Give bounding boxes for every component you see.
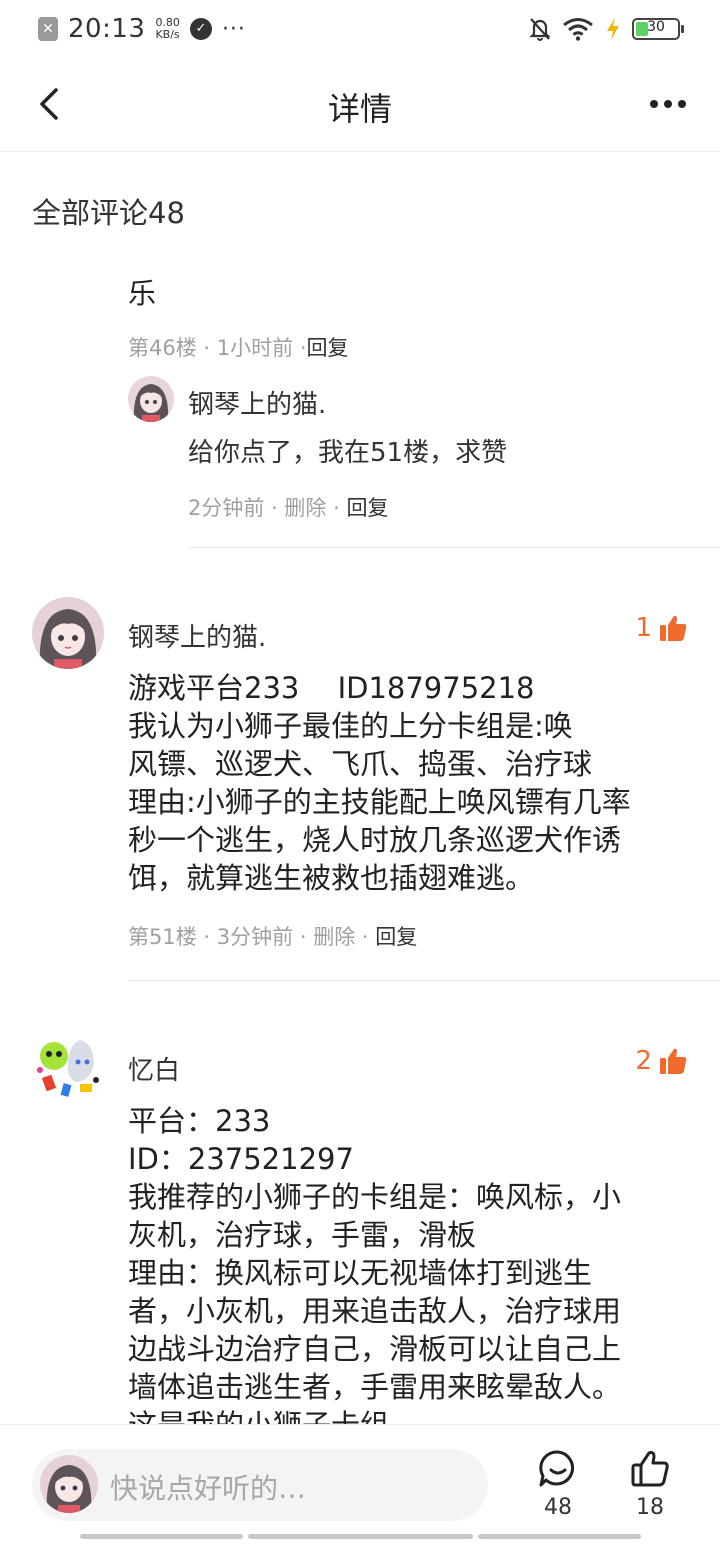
time-label: 2分钟前 [188, 496, 265, 520]
delete-link[interactable]: 删除 [313, 925, 355, 949]
comment-meta: 第51楼 · 3分钟前 · 删除 · 回复 [128, 925, 418, 949]
comment-author[interactable]: 忆白 [128, 1050, 180, 1087]
bottom-action-bar: 快说点好听的… 48 18 [0, 1424, 720, 1544]
avatar[interactable] [32, 1030, 104, 1102]
dot-icon [678, 100, 686, 108]
more-options-button[interactable] [650, 92, 694, 116]
divider [128, 980, 720, 981]
like-button[interactable]: 2 [635, 1046, 688, 1076]
like-button[interactable]: 1 [635, 613, 688, 643]
reply-link[interactable]: 回复 [307, 336, 349, 360]
gesture-bar [248, 1534, 473, 1539]
comment-input[interactable]: 快说点好听的… [32, 1449, 488, 1521]
reply-author[interactable]: 钢琴上的猫. [188, 384, 326, 421]
floor-label: 第51楼 [128, 925, 197, 949]
like-count: 2 [635, 1046, 652, 1076]
gesture-bar [478, 1534, 641, 1539]
network-speed: 0.80 KB/s [155, 16, 180, 41]
vpn-icon: ✓ [189, 18, 212, 40]
comment-bubble-icon [539, 1450, 574, 1487]
like-count: 1 [635, 613, 652, 643]
comment-list[interactable]: 乐 第46楼 · 1小时前 ·回复 钢琴上的猫. 给你点了，我在51楼，求赞 2… [0, 258, 720, 1424]
more-notifications-icon: ··· [221, 16, 246, 42]
delete-link[interactable]: 删除 [284, 496, 326, 520]
reply-link[interactable]: 回复 [346, 496, 388, 520]
reply-text: 给你点了，我在51楼，求赞 [188, 438, 508, 468]
avatar[interactable] [32, 597, 104, 669]
divider [188, 547, 720, 548]
avatar [40, 1455, 98, 1513]
sim-off-icon: ✕ [38, 17, 58, 41]
comment-author[interactable]: 钢琴上的猫. [128, 617, 266, 654]
floor-label: 第46楼 [128, 336, 197, 360]
thumbs-up-icon [660, 615, 687, 641]
comment-body: 平台：233 ID：237521297 我推荐的小狮子的卡组是：唤风标，小 灰机… [128, 1104, 622, 1424]
comments-button[interactable]: 48 [528, 1449, 588, 1520]
thumbs-up-icon [660, 1048, 687, 1074]
wifi-icon [563, 18, 593, 41]
comment-meta: 第46楼 · 1小时前 ·回复 [128, 336, 349, 360]
battery-icon: 30 [632, 18, 684, 40]
thumbs-up-outline-icon [631, 1451, 669, 1487]
status-bar: ✕ 20:13 0.80 KB/s ✓ ··· 30 [0, 0, 720, 56]
like-post-button[interactable]: 18 [620, 1449, 680, 1520]
comment-text-tail: 乐 [128, 277, 157, 310]
reply-meta: 2分钟前 · 删除 · 回复 [188, 496, 389, 520]
like-count: 18 [636, 1495, 664, 1520]
avatar[interactable] [128, 376, 174, 422]
comment-body: 游戏平台233 ID187975218 我认为小狮子最佳的上分卡组是:唤 风镖、… [128, 671, 631, 895]
dot-icon [664, 100, 672, 108]
dot-icon [650, 100, 658, 108]
time-label: 1小时前 [216, 336, 294, 360]
comment-count: 48 [544, 1495, 572, 1520]
top-navigation: 详情 [0, 56, 720, 152]
time-label: 3分钟前 [216, 925, 294, 949]
charging-icon [607, 18, 619, 40]
clock: 20:13 [68, 14, 146, 44]
reply-link[interactable]: 回复 [375, 925, 417, 949]
gesture-bar [80, 1534, 243, 1539]
mute-bell-icon [529, 18, 551, 41]
input-placeholder: 快说点好听的… [110, 1472, 307, 1505]
page-title: 详情 [327, 90, 392, 128]
all-comments-heading: 全部评论48 [32, 196, 185, 230]
